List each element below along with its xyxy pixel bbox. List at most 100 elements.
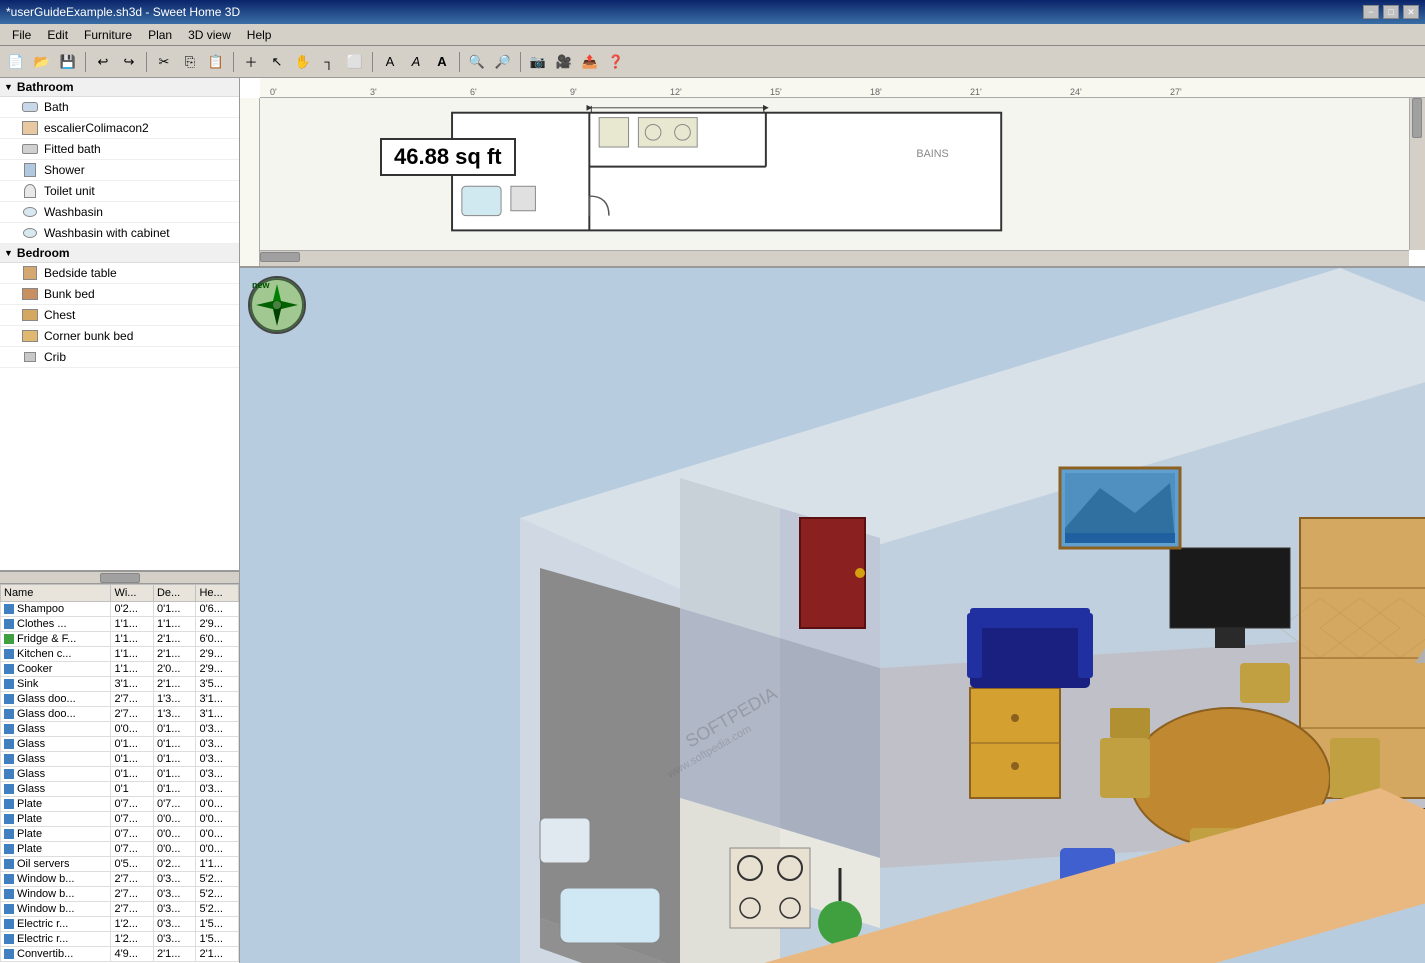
table-row[interactable]: Glass doo...2'7...1'3...3'1... (1, 707, 239, 722)
text-italic-button[interactable]: A (404, 50, 428, 74)
new-button[interactable]: 📄 (4, 50, 28, 74)
table-row[interactable]: Window b...2'7...0'3...5'2... (1, 872, 239, 887)
row-name: Cooker (1, 662, 111, 677)
row-width: 4'9... (111, 947, 154, 962)
plan-vscroll-thumb[interactable] (1412, 98, 1422, 138)
open-button[interactable]: 📂 (30, 50, 54, 74)
category-bathroom[interactable]: ▼ Bathroom (0, 78, 239, 97)
tree-item-washbasin[interactable]: Washbasin (0, 202, 239, 223)
cut-button[interactable]: ✂ (152, 50, 176, 74)
camera-button[interactable]: 📷 (526, 50, 550, 74)
plan-hscroll-thumb[interactable] (260, 252, 300, 262)
tree-hscroll-thumb[interactable] (100, 573, 140, 583)
table-row[interactable]: Glass doo...2'7...1'3...3'1... (1, 692, 239, 707)
table-row[interactable]: Sink3'1...2'1...3'5... (1, 677, 239, 692)
zoom-in-button[interactable]: 🔍 (465, 50, 489, 74)
plan-vscroll[interactable] (1409, 98, 1425, 250)
furniture-tree[interactable]: ▼ Bathroom Bath escalierColimacon2 Fitte… (0, 78, 239, 571)
help-button[interactable]: ❓ (604, 50, 628, 74)
title-text: *userGuideExample.sh3d - Sweet Home 3D (6, 5, 240, 19)
table-row[interactable]: Kitchen c...1'1...2'1...2'9... (1, 647, 239, 662)
col-name[interactable]: Name (1, 585, 111, 602)
tree-item-washbasin-cabinet[interactable]: Washbasin with cabinet (0, 223, 239, 244)
row-name: Plate (1, 842, 111, 857)
right-area: 0' 3' 6' 9' 12' 15' 18' 21' 24' 27' (240, 78, 1425, 963)
tree-item-bunk-bed[interactable]: Bunk bed (0, 284, 239, 305)
camera2-button[interactable]: 🎥 (552, 50, 576, 74)
plan-hscroll[interactable] (260, 250, 1409, 266)
3d-view[interactable]: SOFTPEDIA www.softpedia.com (240, 268, 1425, 963)
zoom-out-button[interactable]: 🔎 (491, 50, 515, 74)
table-row[interactable]: Convertib...4'9...2'1...2'1... (1, 947, 239, 962)
table-row[interactable]: Electric r...1'2...0'3...1'5... (1, 932, 239, 947)
paste-button[interactable]: 📋 (204, 50, 228, 74)
plan-canvas[interactable]: CUISINE BAINS (260, 98, 1409, 250)
tree-item-escalier[interactable]: escalierColimacon2 (0, 118, 239, 139)
export-button[interactable]: 📤 (578, 50, 602, 74)
bedside-icon (20, 265, 40, 281)
minimize-button[interactable]: − (1363, 5, 1379, 19)
row-depth: 0'2... (153, 857, 196, 872)
tree-item-corner-bunk[interactable]: Corner bunk bed (0, 326, 239, 347)
tree-item-chest[interactable]: Chest (0, 305, 239, 326)
move-button[interactable]: ✋ (291, 50, 315, 74)
tree-item-bedside[interactable]: Bedside table (0, 263, 239, 284)
close-button[interactable]: ✕ (1403, 5, 1419, 19)
row-name: Shampoo (1, 602, 111, 617)
table-row[interactable]: Plate0'7...0'7...0'0... (1, 797, 239, 812)
table-row[interactable]: Window b...2'7...0'3...5'2... (1, 902, 239, 917)
table-row[interactable]: Glass0'0...0'1...0'3... (1, 722, 239, 737)
table-row[interactable]: Plate0'7...0'0...0'0... (1, 842, 239, 857)
row-height: 0'6... (196, 602, 239, 617)
menu-help[interactable]: Help (239, 26, 280, 44)
tree-hscroll[interactable] (0, 571, 239, 583)
menu-furniture[interactable]: Furniture (76, 26, 140, 44)
row-height: 3'1... (196, 707, 239, 722)
plan-view[interactable]: 0' 3' 6' 9' 12' 15' 18' 21' 24' 27' (240, 78, 1425, 268)
menu-plan[interactable]: Plan (140, 26, 180, 44)
furniture-list[interactable]: Name Wi... De... He... Shampoo0'2...0'1.… (0, 583, 239, 963)
menu-file[interactable]: File (4, 26, 39, 44)
table-row[interactable]: Shampoo0'2...0'1...0'6... (1, 602, 239, 617)
table-row[interactable]: Plate0'7...0'0...0'0... (1, 812, 239, 827)
table-row[interactable]: Fridge & F...1'1...2'1...6'0... (1, 632, 239, 647)
row-depth: 0'1... (153, 602, 196, 617)
add-furniture-button[interactable]: ＋ (239, 50, 263, 74)
col-height[interactable]: He... (196, 585, 239, 602)
col-depth[interactable]: De... (153, 585, 196, 602)
undo-button[interactable]: ↩ (91, 50, 115, 74)
redo-button[interactable]: ↪ (117, 50, 141, 74)
copy-button[interactable]: ⎘ (178, 50, 202, 74)
menu-3dview[interactable]: 3D view (180, 26, 239, 44)
table-row[interactable]: Window b...2'7...0'3...5'2... (1, 887, 239, 902)
row-width: 0'1... (111, 737, 154, 752)
category-bedroom[interactable]: ▼ Bedroom (0, 244, 239, 263)
tree-item-toilet[interactable]: Toilet unit (0, 181, 239, 202)
tree-item-fitted-bath[interactable]: Fitted bath (0, 139, 239, 160)
text-big-button[interactable]: A (430, 50, 454, 74)
tree-item-bath[interactable]: Bath (0, 97, 239, 118)
bedside-label: Bedside table (44, 266, 117, 280)
table-row[interactable]: Glass0'1...0'1...0'3... (1, 737, 239, 752)
tree-item-crib[interactable]: Crib (0, 347, 239, 368)
table-row[interactable]: Glass0'1...0'1...0'3... (1, 752, 239, 767)
table-row[interactable]: Oil servers0'5...0'2...1'1... (1, 857, 239, 872)
tree-item-shower[interactable]: Shower (0, 160, 239, 181)
table-row[interactable]: Cooker1'1...2'0...2'9... (1, 662, 239, 677)
room-button[interactable]: ⬜ (343, 50, 367, 74)
toilet-icon (20, 183, 40, 199)
table-row[interactable]: Clothes ...1'1...1'1...2'9... (1, 617, 239, 632)
maximize-button[interactable]: □ (1383, 5, 1399, 19)
wall-button[interactable]: ┐ (317, 50, 341, 74)
table-row[interactable]: Glass0'1...0'1...0'3... (1, 767, 239, 782)
menu-edit[interactable]: Edit (39, 26, 76, 44)
table-row[interactable]: Electric r...1'2...0'3...1'5... (1, 917, 239, 932)
col-width[interactable]: Wi... (111, 585, 154, 602)
select-button[interactable]: ↖ (265, 50, 289, 74)
table-row[interactable]: Plate0'7...0'0...0'0... (1, 827, 239, 842)
save-button[interactable]: 💾 (56, 50, 80, 74)
nav-compass[interactable]: new (248, 276, 308, 336)
row-height: 0'3... (196, 737, 239, 752)
text-button[interactable]: A (378, 50, 402, 74)
table-row[interactable]: Glass0'10'1...0'3... (1, 782, 239, 797)
